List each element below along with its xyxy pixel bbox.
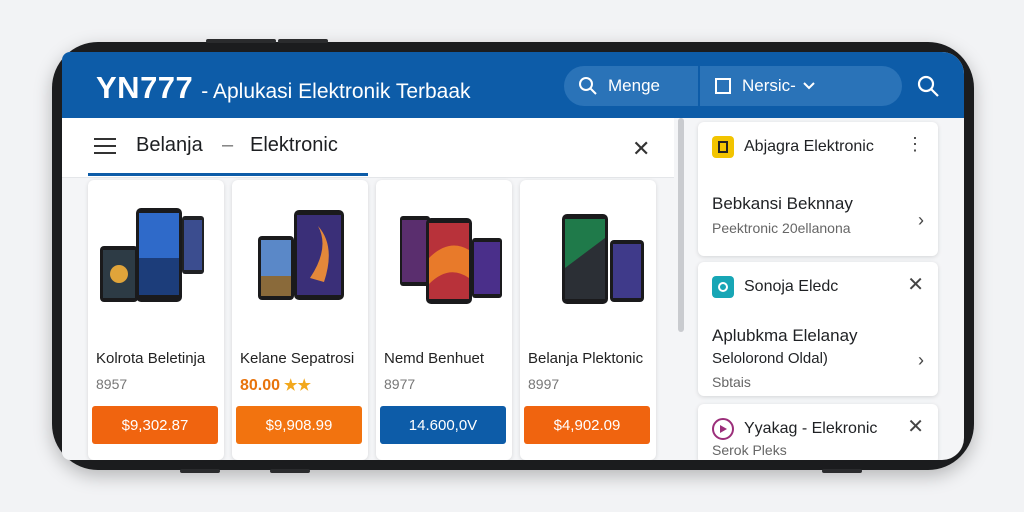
app-icon: [712, 276, 734, 298]
close-icon[interactable]: ✕: [632, 136, 650, 162]
app-icon: [712, 418, 734, 440]
buy-button[interactable]: 14.600,0V: [380, 406, 506, 444]
buy-button[interactable]: $9,302.87: [92, 406, 218, 444]
tab-indicator: [88, 173, 368, 176]
scrollbar[interactable]: [678, 118, 684, 332]
phones-image: [562, 214, 644, 304]
chevron-right-icon[interactable]: ›: [918, 350, 924, 371]
power-button: [278, 39, 328, 43]
product-meta: 8997: [528, 376, 560, 392]
select-label: Nersic-: [742, 76, 796, 95]
close-icon[interactable]: ✕: [907, 414, 924, 439]
product-name: Kolrota Beletinja: [96, 350, 206, 367]
buy-button[interactable]: $4,902.09: [524, 406, 650, 444]
product-meta: 8957: [96, 376, 128, 392]
app-bar: YN777 - Aplukasi Elektronik Terbaak Menge…: [62, 52, 964, 118]
app-subtitle: - Aplukasi Elektronik Terbaak: [201, 80, 471, 103]
product-card[interactable]: Kelane Sepatrosi 80.00 ★★ $9,908.99: [232, 180, 368, 460]
side-card-subline: Serok Pleks: [712, 442, 787, 458]
tab-bar: Belanja – Elektronic ✕: [62, 118, 674, 178]
side-card-subline: Sbtais: [712, 374, 751, 390]
search-icon: [917, 75, 939, 97]
more-icon[interactable]: ⋮: [906, 134, 924, 155]
close-icon[interactable]: ✕: [907, 272, 924, 297]
app-icon: [712, 136, 734, 158]
side-card-subline: Peektronic 20ellanona: [712, 220, 851, 236]
side-card-line: Aplubkma Elelanay: [712, 326, 858, 345]
side-card-header: Yyakag - Elekronic: [712, 418, 877, 440]
bottom-button: [822, 469, 862, 473]
chevron-down-icon: [803, 82, 815, 90]
search-button[interactable]: [914, 72, 942, 100]
product-grid: Kolrota Beletinja 8957 $9,302.87 Kelane …: [88, 180, 656, 460]
product-name: Kelane Sepatrosi: [240, 350, 355, 367]
product-card[interactable]: Nemd Benhuet 8977 14.600,0V: [376, 180, 512, 460]
chevron-right-icon[interactable]: ›: [918, 210, 924, 231]
search-label: Menge: [608, 76, 660, 95]
side-card-header: Abjagra Elektronic: [712, 136, 874, 158]
bottom-button: [180, 469, 220, 473]
side-card[interactable]: Yyakag - Elekronic ✕ Serok Pleks: [698, 404, 938, 460]
phones-image: [400, 216, 502, 304]
buy-button[interactable]: $9,908.99: [236, 406, 362, 444]
tab-separator: –: [222, 134, 234, 156]
phones-image: [258, 210, 344, 300]
tab-elektronic[interactable]: Elektronic: [250, 134, 338, 157]
product-name: Nemd Benhuet: [384, 350, 485, 367]
side-card-line: Selolorond Oldal): [712, 350, 828, 367]
product-name: Belanja Plektonic: [528, 350, 644, 367]
search-input[interactable]: Menge: [564, 66, 698, 106]
side-card-title: Yyakag - Elekronic: [744, 420, 878, 437]
app-screen: YN777 - Aplukasi Elektronik Terbaak Menge…: [62, 52, 964, 460]
volume-button: [206, 39, 276, 43]
square-icon: [715, 78, 731, 94]
brand-name: YN777: [96, 70, 194, 105]
app-title: YN777 - Aplukasi Elektronik Terbaak: [96, 70, 471, 106]
bottom-button: [270, 469, 310, 473]
rating-stars: ★★: [284, 377, 311, 394]
product-meta: 8977: [384, 376, 416, 392]
menu-icon[interactable]: [94, 138, 116, 156]
tab-belanja[interactable]: Belanja: [136, 134, 203, 157]
search-icon: [579, 77, 597, 95]
product-price: 80.00 ★★: [240, 377, 311, 394]
side-card-line: Bebkansi Beknnay: [712, 194, 853, 213]
side-card[interactable]: Sonoja Eledc ✕ Aplubkma Elelanay Selolor…: [698, 262, 938, 396]
side-card-header: Sonoja Eledc: [712, 276, 838, 298]
product-card[interactable]: Belanja Plektonic 8997 $4,902.09: [520, 180, 656, 460]
side-card-title: Sonoja Eledc: [744, 278, 839, 295]
product-card[interactable]: Kolrota Beletinja 8957 $9,302.87: [88, 180, 224, 460]
phones-image: [100, 208, 204, 302]
side-card-title: Abjagra Elektronic: [744, 138, 874, 155]
side-card[interactable]: Abjagra Elektronic ⋮ Bebkansi Beknnay Pe…: [698, 122, 938, 256]
filter-select[interactable]: Nersic-: [700, 66, 902, 106]
side-panel: Abjagra Elektronic ⋮ Bebkansi Beknnay Pe…: [698, 122, 942, 460]
